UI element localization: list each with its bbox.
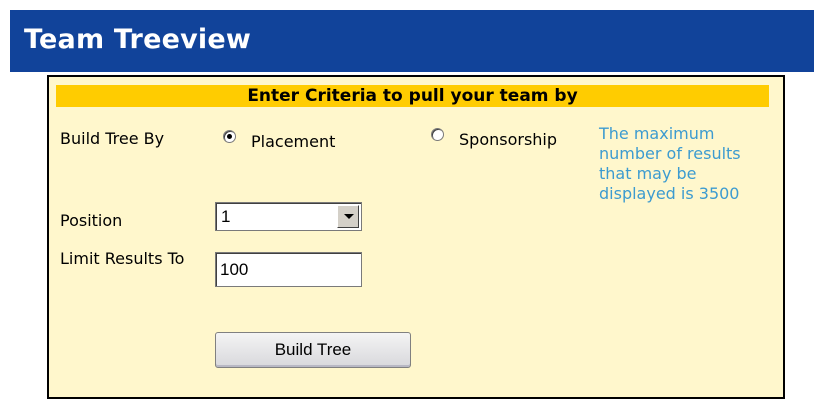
page-header: Team Treeview xyxy=(10,10,814,72)
sponsorship-label[interactable]: Sponsorship xyxy=(459,130,557,149)
build-tree-by-label: Build Tree By xyxy=(60,129,165,148)
radio-selected-icon xyxy=(227,134,232,139)
limit-results-input[interactable] xyxy=(215,252,362,287)
position-value: 1 xyxy=(221,207,231,226)
position-label: Position xyxy=(60,211,123,230)
sponsorship-radio[interactable] xyxy=(431,128,444,141)
limit-results-label: Limit Results To xyxy=(60,249,185,268)
position-select[interactable]: 1 xyxy=(215,202,362,231)
build-tree-button[interactable]: Build Tree xyxy=(215,332,411,368)
max-results-info: The maximum number of results that may b… xyxy=(599,124,741,203)
dropdown-button[interactable] xyxy=(337,205,359,228)
chevron-down-icon xyxy=(344,214,354,219)
placement-label[interactable]: Placement xyxy=(251,132,335,151)
page-title: Team Treeview xyxy=(24,24,251,55)
criteria-panel: Enter Criteria to pull your team by Buil… xyxy=(47,75,785,399)
placement-radio[interactable] xyxy=(223,130,236,143)
criteria-title: Enter Criteria to pull your team by xyxy=(56,85,769,107)
